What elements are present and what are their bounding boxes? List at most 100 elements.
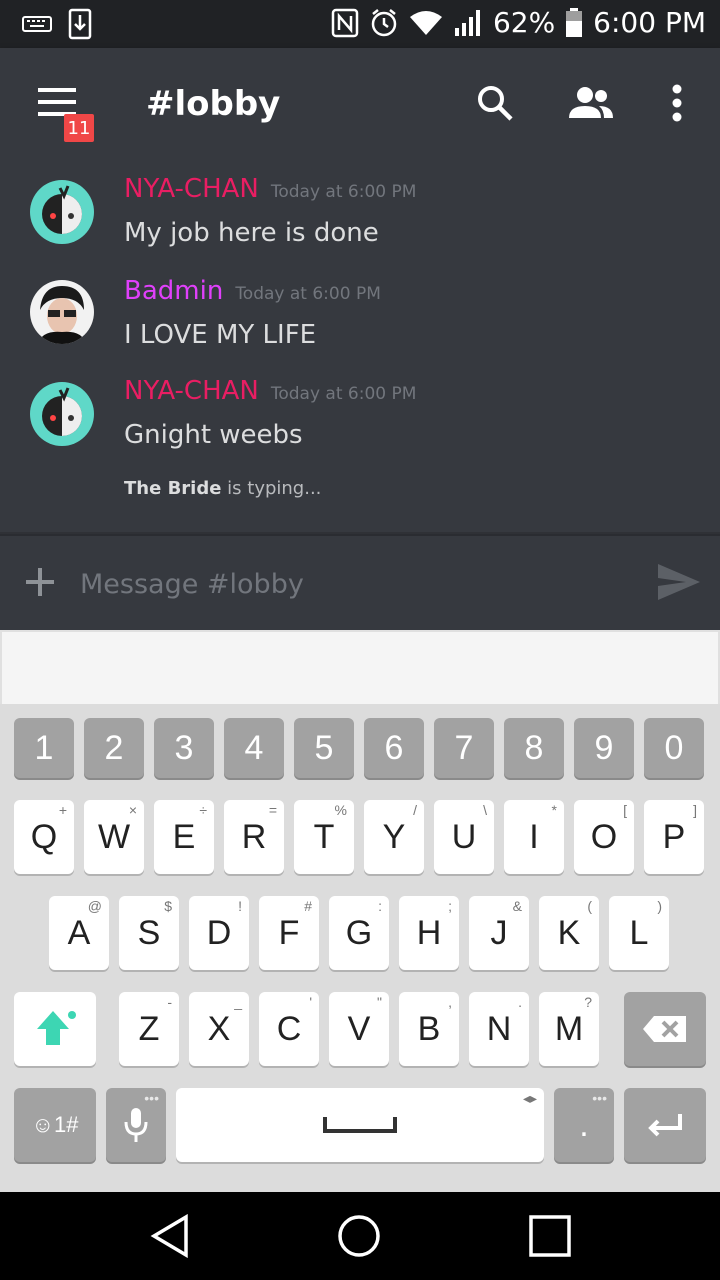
- key-6[interactable]: 6: [364, 718, 424, 778]
- send-button[interactable]: [656, 562, 702, 608]
- symbols-label: ☺1#: [31, 1112, 79, 1137]
- search-icon: [478, 86, 513, 121]
- key-2[interactable]: 2: [84, 718, 144, 778]
- key-label: G: [345, 913, 373, 952]
- key-d[interactable]: ! D: [189, 896, 249, 970]
- key-q[interactable]: + Q: [14, 800, 74, 874]
- timestamp: Today at 6:00 PM: [270, 384, 417, 404]
- period-key[interactable]: ••• .: [554, 1088, 614, 1162]
- send-icon: [658, 564, 700, 600]
- key-secondary-label: =: [268, 802, 277, 818]
- home-icon: [338, 1215, 380, 1257]
- key-3[interactable]: 3: [154, 718, 214, 778]
- key-7[interactable]: 7: [434, 718, 494, 778]
- author-name[interactable]: NYA-CHAN: [124, 174, 259, 204]
- menu-button[interactable]: 11: [28, 76, 98, 146]
- avatar[interactable]: [30, 382, 94, 446]
- key-1[interactable]: 1: [14, 718, 74, 778]
- key-e[interactable]: ÷ E: [154, 800, 214, 874]
- key-g[interactable]: :G: [329, 896, 389, 970]
- key-secondary-label: -: [167, 994, 172, 1010]
- key-f[interactable]: # F: [259, 896, 319, 970]
- key-b[interactable]: ,B: [399, 992, 459, 1066]
- key-m[interactable]: ? M: [539, 992, 599, 1066]
- key-y[interactable]: / Y: [364, 800, 424, 874]
- avatar[interactable]: [30, 280, 94, 344]
- key-a[interactable]: @ A: [49, 896, 109, 970]
- typing-indicator: The Bride is typing...: [124, 478, 321, 499]
- key-k[interactable]: (K: [539, 896, 599, 970]
- key-label: B: [417, 1009, 441, 1048]
- key-l[interactable]: ) L: [609, 896, 669, 970]
- key-secondary-label: .: [518, 994, 522, 1010]
- key-o[interactable]: [O: [574, 800, 634, 874]
- key-c[interactable]: ' C: [259, 992, 319, 1066]
- key-j[interactable]: & J: [469, 896, 529, 970]
- message-input[interactable]: [80, 560, 620, 608]
- more-options-button[interactable]: [652, 78, 702, 128]
- keyboard-icon: [22, 14, 52, 34]
- battery-icon: [565, 7, 583, 38]
- symbols-key[interactable]: ☺1#: [14, 1088, 96, 1162]
- key-label: X: [207, 1009, 231, 1048]
- nfc-icon: [331, 8, 359, 38]
- author-name[interactable]: NYA-CHAN: [124, 376, 259, 406]
- space-key[interactable]: ◂▸: [176, 1088, 544, 1162]
- key-t[interactable]: % T: [294, 800, 354, 874]
- message-list[interactable]: NYA-CHAN Today at 6:00 PM My job here is …: [0, 160, 720, 532]
- search-button[interactable]: [470, 78, 520, 128]
- back-button[interactable]: [146, 1212, 194, 1260]
- add-attachment-button[interactable]: [22, 562, 58, 602]
- author-name[interactable]: Badmin: [124, 276, 223, 306]
- key-p[interactable]: ] P: [644, 800, 704, 874]
- key-8[interactable]: 8: [504, 718, 564, 778]
- key-label: 1: [34, 728, 54, 767]
- key-h[interactable]: ; H: [399, 896, 459, 970]
- key-secondary-label: #: [304, 898, 312, 914]
- suggestion-strip[interactable]: [0, 630, 720, 704]
- unread-badge: 11: [64, 114, 94, 142]
- key-n[interactable]: .N: [469, 992, 529, 1066]
- key-v[interactable]: " V: [329, 992, 389, 1066]
- key-secondary-label: @: [87, 898, 102, 914]
- key-i[interactable]: * I: [504, 800, 564, 874]
- key-label: C: [276, 1009, 302, 1048]
- timestamp: Today at 6:00 PM: [270, 182, 417, 202]
- recents-button[interactable]: [526, 1212, 574, 1260]
- members-button[interactable]: [566, 78, 616, 128]
- backspace-key[interactable]: [624, 992, 706, 1066]
- key-0[interactable]: 0: [644, 718, 704, 778]
- key-label: I: [529, 817, 539, 856]
- voice-input-key[interactable]: •••: [106, 1088, 166, 1162]
- key-w[interactable]: × W: [84, 800, 144, 874]
- timestamp: Today at 6:00 PM: [235, 284, 381, 304]
- home-button[interactable]: [335, 1212, 383, 1260]
- key-label: K: [557, 913, 581, 952]
- typing-suffix: is typing...: [221, 478, 322, 499]
- battery-percent: 62%: [492, 6, 556, 39]
- key-x[interactable]: _ X: [189, 992, 249, 1066]
- space-sub-label: ◂▸: [522, 1090, 537, 1106]
- key-label: Z: [138, 1009, 160, 1048]
- key-secondary-label: :: [378, 898, 382, 914]
- key-label: U: [451, 817, 477, 856]
- key-z[interactable]: -Z: [119, 992, 179, 1066]
- key-label: 0: [664, 728, 684, 767]
- avatar[interactable]: [30, 180, 94, 244]
- shift-key[interactable]: [14, 992, 96, 1066]
- key-label: J: [490, 913, 508, 952]
- key-secondary-label: ?: [584, 994, 592, 1010]
- message-header: NYA-CHAN Today at 6:00 PM: [124, 174, 416, 204]
- key-4[interactable]: 4: [224, 718, 284, 778]
- key-secondary-label: ]: [693, 802, 697, 818]
- key-secondary-label: ": [377, 994, 382, 1010]
- key-u[interactable]: \ U: [434, 800, 494, 874]
- key-r[interactable]: = R: [224, 800, 284, 874]
- message-text: Gnight weebs: [124, 420, 303, 450]
- typing-user: The Bride: [124, 478, 222, 499]
- enter-key[interactable]: [624, 1088, 706, 1162]
- key-9[interactable]: 9: [574, 718, 634, 778]
- key-5[interactable]: 5: [294, 718, 354, 778]
- recents-icon: [529, 1215, 571, 1257]
- key-s[interactable]: $ S: [119, 896, 179, 970]
